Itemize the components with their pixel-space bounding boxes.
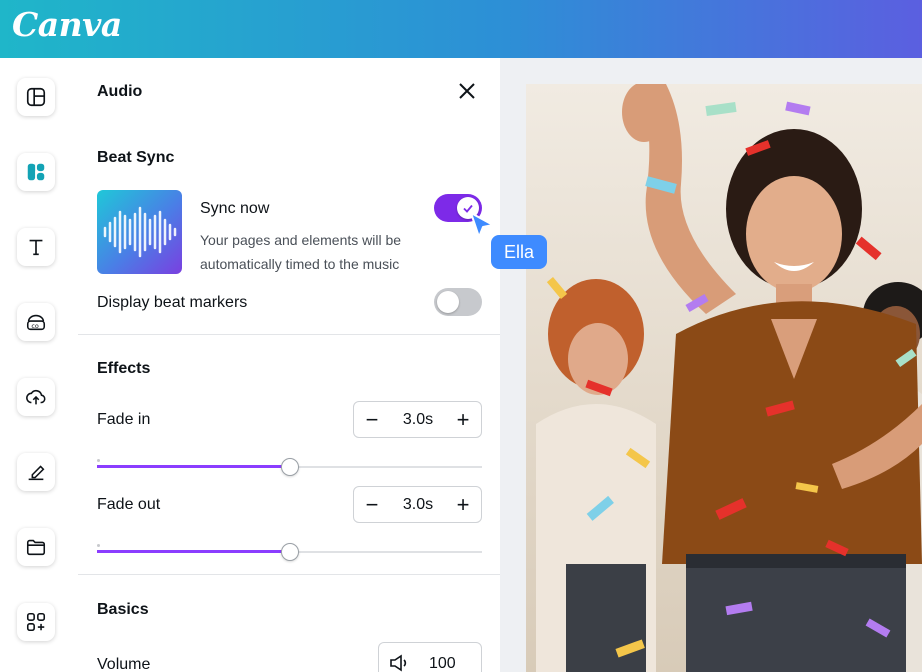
party-photo-illustration [526, 84, 922, 672]
speaker-icon [390, 654, 407, 672]
section-divider [78, 334, 500, 335]
toggle-knob [437, 291, 459, 313]
canvas-area [500, 58, 922, 672]
slider-start-dot [97, 459, 100, 462]
slider-handle[interactable] [280, 458, 299, 476]
fade-out-stepper: − 3.0s + [353, 486, 482, 523]
fade-in-decrease-button[interactable]: − [360, 406, 384, 434]
sidebar-item-text[interactable] [17, 228, 55, 266]
section-divider [78, 574, 500, 575]
design-photo[interactable] [526, 84, 922, 672]
layout-icon [26, 87, 46, 107]
sidebar-item-elements[interactable] [17, 153, 55, 191]
basics-heading: Basics [97, 601, 149, 618]
sidebar-rail: co [0, 58, 78, 672]
folder-icon [26, 539, 46, 556]
upload-cloud-icon [26, 389, 46, 405]
fade-out-value[interactable]: 3.0s [392, 496, 444, 514]
beat-sync-heading: Beat Sync [97, 149, 175, 166]
close-icon[interactable] [456, 80, 478, 102]
text-icon [29, 239, 43, 256]
sidebar-item-brand[interactable]: co [17, 303, 55, 341]
fade-out-slider[interactable] [97, 542, 482, 562]
waveform-icon [103, 206, 177, 258]
sidebar-item-uploads[interactable] [17, 378, 55, 416]
slider-handle[interactable] [280, 543, 299, 561]
audio-panel: Audio Beat Sync Sync now Your pages and … [78, 58, 500, 672]
sync-description: Your pages and elements will be automati… [200, 232, 402, 272]
fade-in-slider[interactable] [97, 457, 482, 477]
panel-title: Audio [97, 83, 143, 100]
slider-fill [97, 465, 290, 468]
volume-value: 100 [429, 655, 456, 672]
sidebar-item-draw[interactable] [17, 453, 55, 491]
fade-out-label: Fade out [97, 496, 161, 513]
sync-now-label: Sync now [200, 200, 270, 217]
slider-start-dot [97, 544, 100, 547]
effects-heading: Effects [97, 360, 151, 377]
fade-out-decrease-button[interactable]: − [360, 491, 384, 519]
fade-out-increase-button[interactable]: + [451, 491, 475, 519]
collaborator-name-tag: Ella [491, 235, 547, 269]
brand-icon: co [26, 314, 46, 331]
audio-thumbnail [97, 190, 182, 274]
fade-in-value[interactable]: 3.0s [392, 411, 444, 429]
volume-label: Volume [97, 656, 151, 672]
beat-markers-label: Display beat markers [97, 294, 248, 311]
slider-fill [97, 550, 290, 553]
canva-logo[interactable]: Canva [12, 5, 122, 44]
top-bar: Canva [0, 0, 922, 58]
sidebar-item-apps[interactable] [17, 603, 55, 641]
elements-icon [27, 163, 45, 181]
draw-icon [28, 465, 45, 481]
beat-markers-toggle[interactable] [434, 288, 482, 316]
sidebar-item-projects[interactable] [17, 528, 55, 566]
volume-control[interactable]: 100 [378, 642, 482, 672]
fade-in-label: Fade in [97, 411, 151, 428]
sidebar-item-design[interactable] [17, 78, 55, 116]
svg-text:co: co [31, 322, 39, 330]
fade-in-increase-button[interactable]: + [451, 406, 475, 434]
fade-in-stepper: − 3.0s + [353, 401, 482, 438]
apps-icon [26, 612, 46, 632]
